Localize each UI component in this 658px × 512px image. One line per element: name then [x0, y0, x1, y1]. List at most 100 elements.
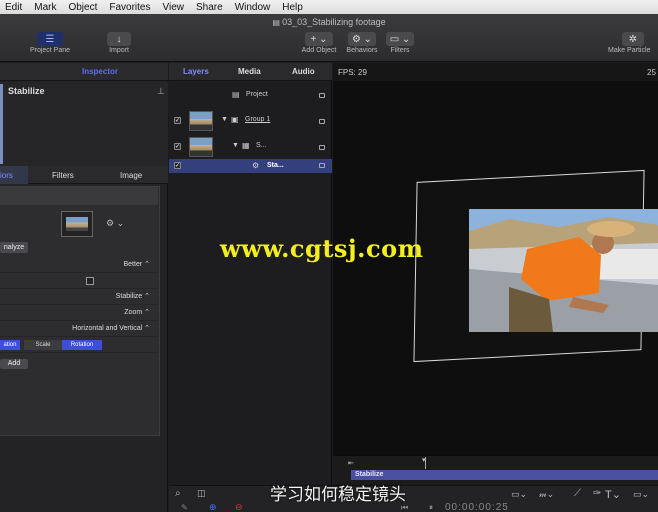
transform-row: ation Scale Rotation [0, 337, 158, 353]
behaviors-button[interactable]: ⚙ ⌄ Behaviors [343, 32, 381, 54]
tools-icon[interactable]: ✎ [181, 503, 188, 512]
parameters-header [0, 187, 158, 205]
filters-button[interactable]: ▭ ⌄ Filters [383, 32, 417, 54]
canvas-viewer: FPS: 29 25 [333, 63, 658, 512]
toolbar: ▤ 03_03_Stabilizing footage ☰ Project Pa… [0, 14, 658, 62]
adjust-popup[interactable]: Horizontal and Vertical [72, 325, 142, 332]
import-arrow-icon: ↓ [107, 32, 131, 46]
group-icon: ▣ [231, 115, 239, 124]
particles-icon: ✲ [622, 32, 644, 46]
smooth-row [0, 273, 158, 289]
inspector-empty-area [0, 438, 160, 512]
mask-tool-icon[interactable]: 𝓂⌄ [539, 489, 554, 500]
canvas-header: FPS: 29 25 [333, 63, 658, 81]
inspector-panel: Inspector Stabilize ⊥ iors Filters Image… [0, 63, 168, 512]
tab-image[interactable]: Image [120, 171, 142, 180]
project-pane-icon: ☰ [37, 32, 63, 46]
clip-thumbnail [189, 137, 213, 157]
direction-popup[interactable]: Zoom [124, 309, 142, 316]
pin-icon[interactable]: ⊥ [157, 86, 165, 97]
group-visibility-checkbox[interactable]: ✓ [174, 117, 181, 124]
menu-bar: Edit Mark Object Favorites View Share Wi… [0, 0, 658, 14]
analyze-button[interactable]: nalyze [0, 242, 28, 253]
menu-mark[interactable]: Mark [34, 2, 56, 13]
paint-stroke-icon[interactable]: ✑ [593, 488, 601, 499]
inspector-preview: Stabilize ⊥ [0, 82, 168, 166]
borders-popup[interactable]: Stabilize [116, 293, 142, 300]
tab-audio[interactable]: Audio [292, 67, 315, 76]
lock-icon[interactable] [319, 145, 325, 150]
add-object-button[interactable]: + ⌄ Add Object [298, 32, 340, 54]
tab-media[interactable]: Media [238, 67, 261, 76]
disclosure-triangle-icon[interactable]: ▼ [232, 142, 239, 149]
tab-layers[interactable]: Layers [183, 67, 209, 76]
document-title: ▤ 03_03_Stabilizing footage [272, 17, 386, 27]
layer-behavior-selected[interactable]: ✓ ⚙ Sta... [169, 159, 332, 173]
group-thumbnail [189, 111, 213, 131]
layout-toggle-icon[interactable]: ◫ [197, 488, 206, 499]
lock-icon[interactable] [319, 119, 325, 124]
in-point-icon[interactable]: ⇤ [348, 459, 354, 467]
subtitle-caption: 学习如何稳定镜头 [270, 485, 406, 505]
timeline-behavior-bar[interactable]: Stabilize [351, 470, 658, 480]
menu-share[interactable]: Share [196, 2, 223, 13]
menu-help[interactable]: Help [282, 2, 303, 13]
menu-object[interactable]: Object [68, 2, 97, 13]
method-popup[interactable]: Better [124, 261, 143, 268]
source-gear-icon[interactable]: ⚙ ⌄ [106, 218, 124, 229]
record-icon[interactable]: ⊖ [235, 502, 243, 512]
behavior-visibility-checkbox[interactable]: ✓ [174, 162, 181, 169]
view-options-icon[interactable]: ▭⌄ [511, 489, 527, 500]
behavior-gear-icon: ⚙ [252, 161, 260, 170]
menu-favorites[interactable]: Favorites [109, 2, 150, 13]
playhead-marker-icon[interactable]: ▾ [422, 456, 426, 464]
segment-scale[interactable]: Scale [24, 340, 62, 350]
layer-project[interactable]: ▤ Project [169, 85, 332, 105]
film-icon: ▦ [242, 141, 250, 150]
make-particles-button[interactable]: ✲ Make Particle [608, 32, 658, 54]
source-well[interactable] [61, 211, 93, 237]
inspector-object-name: Stabilize [8, 86, 45, 96]
bottom-toolbar: ⌕ ◫ ✎ ⊕ ⊖ ⏮ ⏸ 00:00:00:25 ▭⌄ 𝓂⌄ ⟋ ✑ T⌄ ▭… [169, 485, 658, 512]
zoom-readout[interactable]: 25 [647, 68, 656, 77]
layer-clip[interactable]: ✓ ▼ ▦ S... [169, 135, 332, 159]
plus-icon: + ⌄ [305, 32, 333, 46]
project-pane-button[interactable]: ☰ Project Pane [26, 32, 74, 54]
layers-tabbar: Layers Media Audio [169, 63, 332, 81]
fps-readout: FPS: 29 [338, 68, 367, 77]
record-options-icon[interactable]: ⊕ [209, 502, 217, 512]
inspector-subtabs: iors Filters Image [0, 166, 168, 184]
shape-tool-icon[interactable]: ▭⌄ [633, 489, 649, 500]
text-tool-icon[interactable]: T⌄ [605, 488, 621, 501]
adjust-row: Horizontal and Vertical ⌃ [0, 321, 158, 337]
layers-panel: Layers Media Audio ▤ Project ✓ ▼ ▣ Group… [169, 63, 332, 512]
tab-behaviors[interactable]: iors [0, 166, 28, 184]
project-icon: ▤ [232, 90, 240, 99]
segment-position[interactable]: ation [0, 340, 20, 350]
timecode-display[interactable]: 00:00:00:25 [445, 502, 509, 512]
watermark-text: www.cgtsj.com [220, 234, 424, 263]
clip-visibility-checkbox[interactable]: ✓ [174, 143, 181, 150]
add-button[interactable]: Add [0, 359, 28, 369]
menu-window[interactable]: Window [235, 2, 271, 13]
source-thumbnail [66, 217, 88, 231]
tab-filters[interactable]: Filters [52, 171, 74, 180]
lock-icon[interactable] [319, 163, 325, 168]
lock-icon[interactable] [319, 93, 325, 98]
method-row: Better ⌃ [0, 257, 158, 273]
pen-tool-icon[interactable]: ⟋ [574, 488, 581, 499]
disclosure-triangle-icon[interactable]: ▼ [221, 116, 228, 123]
segment-rotation[interactable]: Rotation [62, 340, 102, 350]
menu-edit[interactable]: Edit [5, 2, 22, 13]
gear-icon: ⚙ ⌄ [348, 32, 376, 46]
menu-view[interactable]: View [163, 2, 185, 13]
video-image [469, 209, 658, 332]
smooth-checkbox[interactable] [86, 277, 94, 285]
video-frame[interactable] [469, 209, 658, 332]
borders-row: Stabilize ⌃ [0, 289, 158, 305]
direction-row: Zoom ⌃ [0, 305, 158, 321]
play-icon[interactable]: ⏸ [429, 503, 433, 512]
import-button[interactable]: ↓ Import [100, 32, 138, 54]
layer-group[interactable]: ✓ ▼ ▣ Group 1 [169, 109, 332, 133]
search-icon[interactable]: ⌕ [175, 488, 181, 499]
